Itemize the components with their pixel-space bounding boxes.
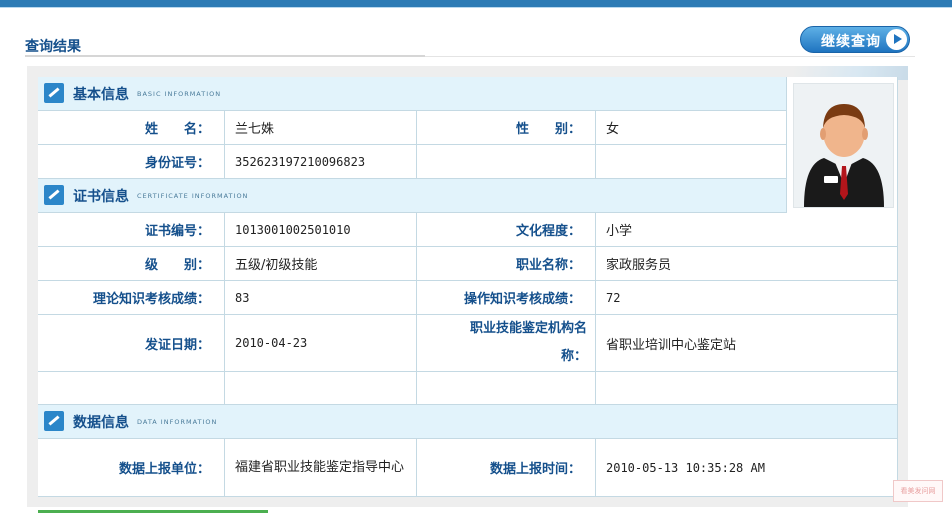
watermark-logo: 看美发问网 (893, 480, 943, 502)
section-basic-subtitle: BASIC INFORMATION (137, 90, 222, 98)
section-data-header: 数据信息 DATA INFORMATION (38, 405, 898, 439)
section-basic-title: 基本信息 (73, 87, 129, 103)
empty-cell (417, 145, 596, 179)
empty-cell (225, 372, 417, 405)
theory-score-value: 83 (225, 281, 417, 315)
level-value: 五级/初级技能 (225, 247, 417, 281)
section-certificate-subtitle: CERTIFICATE INFORMATION (137, 192, 249, 200)
pen-icon (44, 83, 64, 103)
person-avatar-icon (793, 83, 894, 208)
page-title: 查询结果 (25, 39, 81, 55)
theory-score-label: 理论知识考核成绩： (38, 281, 225, 315)
cert-number-value: 1013001002501010 (225, 213, 417, 247)
photo-cell (787, 77, 898, 214)
agency-value: 省职业培训中心鉴定站 (596, 315, 898, 372)
section-certificate-header: 证书信息 CERTIFICATE INFORMATION (38, 179, 787, 213)
section-data-title: 数据信息 (73, 415, 129, 431)
name-value: 兰七姝 (225, 111, 417, 145)
issue-date-label: 发证日期： (38, 315, 225, 372)
cert-number-label: 证书编号： (38, 213, 225, 247)
title-underline (25, 55, 425, 57)
title-divider (425, 56, 915, 57)
id-number-label: 身份证号： (38, 145, 225, 179)
top-bar-highlight (0, 7, 952, 8)
pen-icon (44, 185, 64, 205)
issue-date-value: 2010-04-23 (225, 315, 417, 372)
top-bar (0, 0, 952, 7)
continue-query-label: 继续查询 (821, 34, 881, 50)
education-label: 文化程度： (417, 213, 596, 247)
empty-cell (417, 372, 596, 405)
gender-label: 性 别： (417, 111, 596, 145)
section-data-subtitle: DATA INFORMATION (137, 418, 218, 426)
id-number-value: 352623197210096823 (225, 145, 417, 179)
empty-cell (596, 145, 787, 179)
agency-label: 职业技能鉴定机构名称： (417, 315, 596, 372)
education-value: 小学 (596, 213, 898, 247)
occupation-label: 职业名称： (417, 247, 596, 281)
empty-cell (38, 372, 225, 405)
avatar-drawing (804, 104, 884, 207)
pen-icon (44, 411, 64, 431)
report-time-value: 2010-05-13 10:35:28 AM (596, 439, 898, 497)
name-label: 姓 名： (38, 111, 225, 145)
practice-score-label: 操作知识考核成绩： (417, 281, 596, 315)
report-unit-value: 福建省职业技能鉴定指导中心 (225, 439, 417, 497)
section-certificate-title: 证书信息 (73, 189, 129, 205)
level-label: 级 别： (38, 247, 225, 281)
empty-cell (596, 372, 898, 405)
occupation-value: 家政服务员 (596, 247, 898, 281)
continue-query-button[interactable]: 继续查询 (800, 26, 910, 53)
section-basic-header: 基本信息 BASIC INFORMATION (38, 77, 787, 111)
play-arrow-icon (886, 29, 907, 50)
gender-value: 女 (596, 111, 787, 145)
report-unit-label: 数据上报单位： (38, 439, 225, 497)
practice-score-value: 72 (596, 281, 898, 315)
report-time-label: 数据上报时间： (417, 439, 596, 497)
